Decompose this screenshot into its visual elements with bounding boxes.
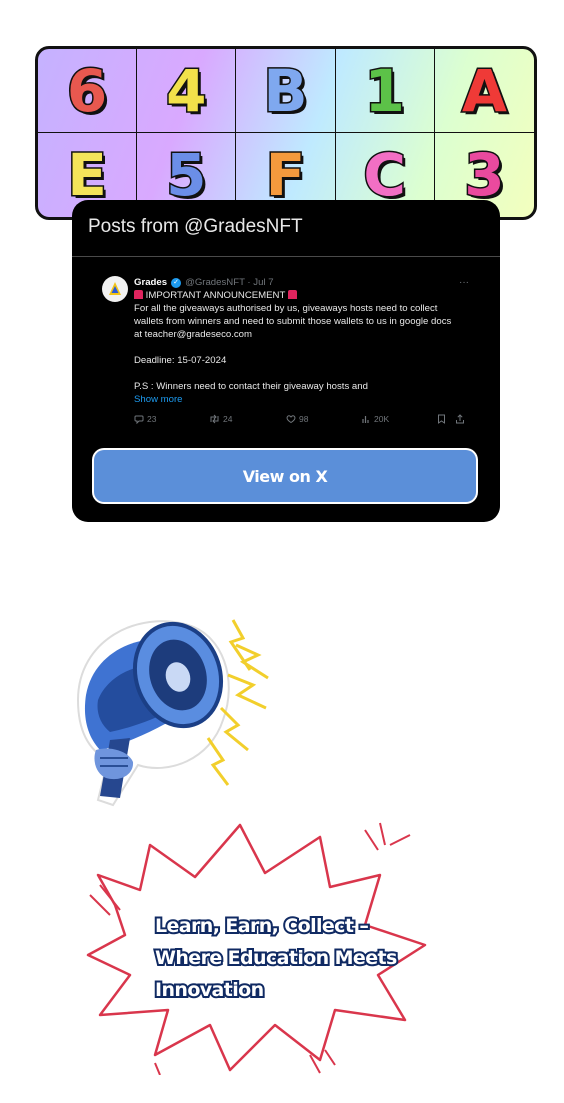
like-count: 98 — [299, 414, 309, 424]
megaphone-illustration — [76, 619, 269, 807]
tile-glyph: 1 — [363, 56, 406, 125]
tile-glyph: 6 — [65, 56, 108, 125]
tweet-text-line: For all the giveaways authorised by us, … — [134, 303, 438, 314]
slogan-line: Where Education Meets — [153, 945, 399, 971]
tile-2: 4 — [137, 49, 237, 133]
slogan-line: Innovation — [153, 977, 266, 1003]
share-icon — [456, 414, 464, 424]
tweet-handle-date[interactable]: @GradesNFT · Jul 7 — [185, 276, 273, 289]
siren-icon — [287, 290, 297, 299]
repost-action[interactable]: 24 — [209, 414, 232, 424]
views-count: 20K — [374, 414, 390, 424]
tile-glyph: B — [262, 56, 309, 125]
tweet-deadline: Deadline: 15-07-2024 — [134, 355, 227, 366]
repost-count: 24 — [223, 414, 233, 424]
like-action[interactable]: 98 — [286, 414, 308, 424]
bookmark-action[interactable] — [437, 414, 446, 424]
repost-icon — [210, 414, 219, 424]
siren-icon — [134, 290, 143, 299]
tweet-text-line: wallets from winners and need to submit … — [134, 316, 452, 327]
more-options-icon[interactable]: ··· — [459, 276, 469, 289]
views-action[interactable]: 20K — [361, 414, 389, 424]
tweet-body: Grades ✓ @GradesNFT · Jul 7 ··· IMPORTAN… — [134, 276, 469, 406]
tile-4: 1 — [335, 49, 435, 133]
tile-glyph: F — [264, 141, 307, 209]
tile-3: B — [236, 49, 336, 133]
share-action[interactable] — [455, 414, 465, 424]
letter-tile-board: 6 4 B 1 A E 5 F C 3 — [35, 46, 537, 220]
embed-title: Posts from @GradesNFT — [88, 216, 303, 237]
show-more-link[interactable]: Show more — [134, 393, 469, 406]
reply-count: 23 — [147, 414, 157, 424]
tile-glyph: E — [66, 141, 109, 209]
bookmark-icon — [438, 414, 445, 424]
avatar[interactable] — [102, 276, 128, 302]
tile-glyph: C — [362, 141, 408, 209]
tile-glyph: 5 — [165, 141, 208, 209]
view-on-x-button[interactable]: View on X — [94, 450, 476, 502]
reply-action[interactable]: 23 — [134, 414, 156, 424]
tile-glyph: 4 — [165, 56, 208, 125]
verified-badge-icon: ✓ — [171, 277, 182, 288]
headline-text: IMPORTANT ANNOUNCEMENT — [145, 290, 286, 301]
tweet-headline: IMPORTANT ANNOUNCEMENT — [134, 289, 469, 302]
grades-logo-icon — [109, 282, 121, 295]
tweet-header: Grades ✓ @GradesNFT · Jul 7 — [134, 276, 469, 289]
reply-icon — [134, 415, 144, 424]
slogan-text: Learn, Earn, Collect – Where Education M… — [153, 910, 399, 1006]
embed-divider — [72, 256, 500, 257]
tile-glyph: A — [460, 56, 508, 125]
tweet-text-line: at teacher@gradeseco.com — [134, 329, 252, 340]
slogan-line: Learn, Earn, Collect – — [153, 913, 371, 939]
tile-glyph: 3 — [463, 141, 506, 209]
tweet-ps: P.S : Winners need to contact their give… — [134, 381, 368, 392]
posts-embed-card: Posts from @GradesNFT Grades ✓ @GradesNF… — [72, 200, 500, 522]
tweet-actions: 23 24 98 20K — [134, 414, 469, 428]
tile-5: A — [434, 49, 534, 133]
heart-icon — [286, 415, 296, 424]
views-chart-icon — [362, 416, 369, 423]
tweet-author-name[interactable]: Grades — [134, 276, 167, 289]
tile-1: 6 — [38, 49, 138, 133]
